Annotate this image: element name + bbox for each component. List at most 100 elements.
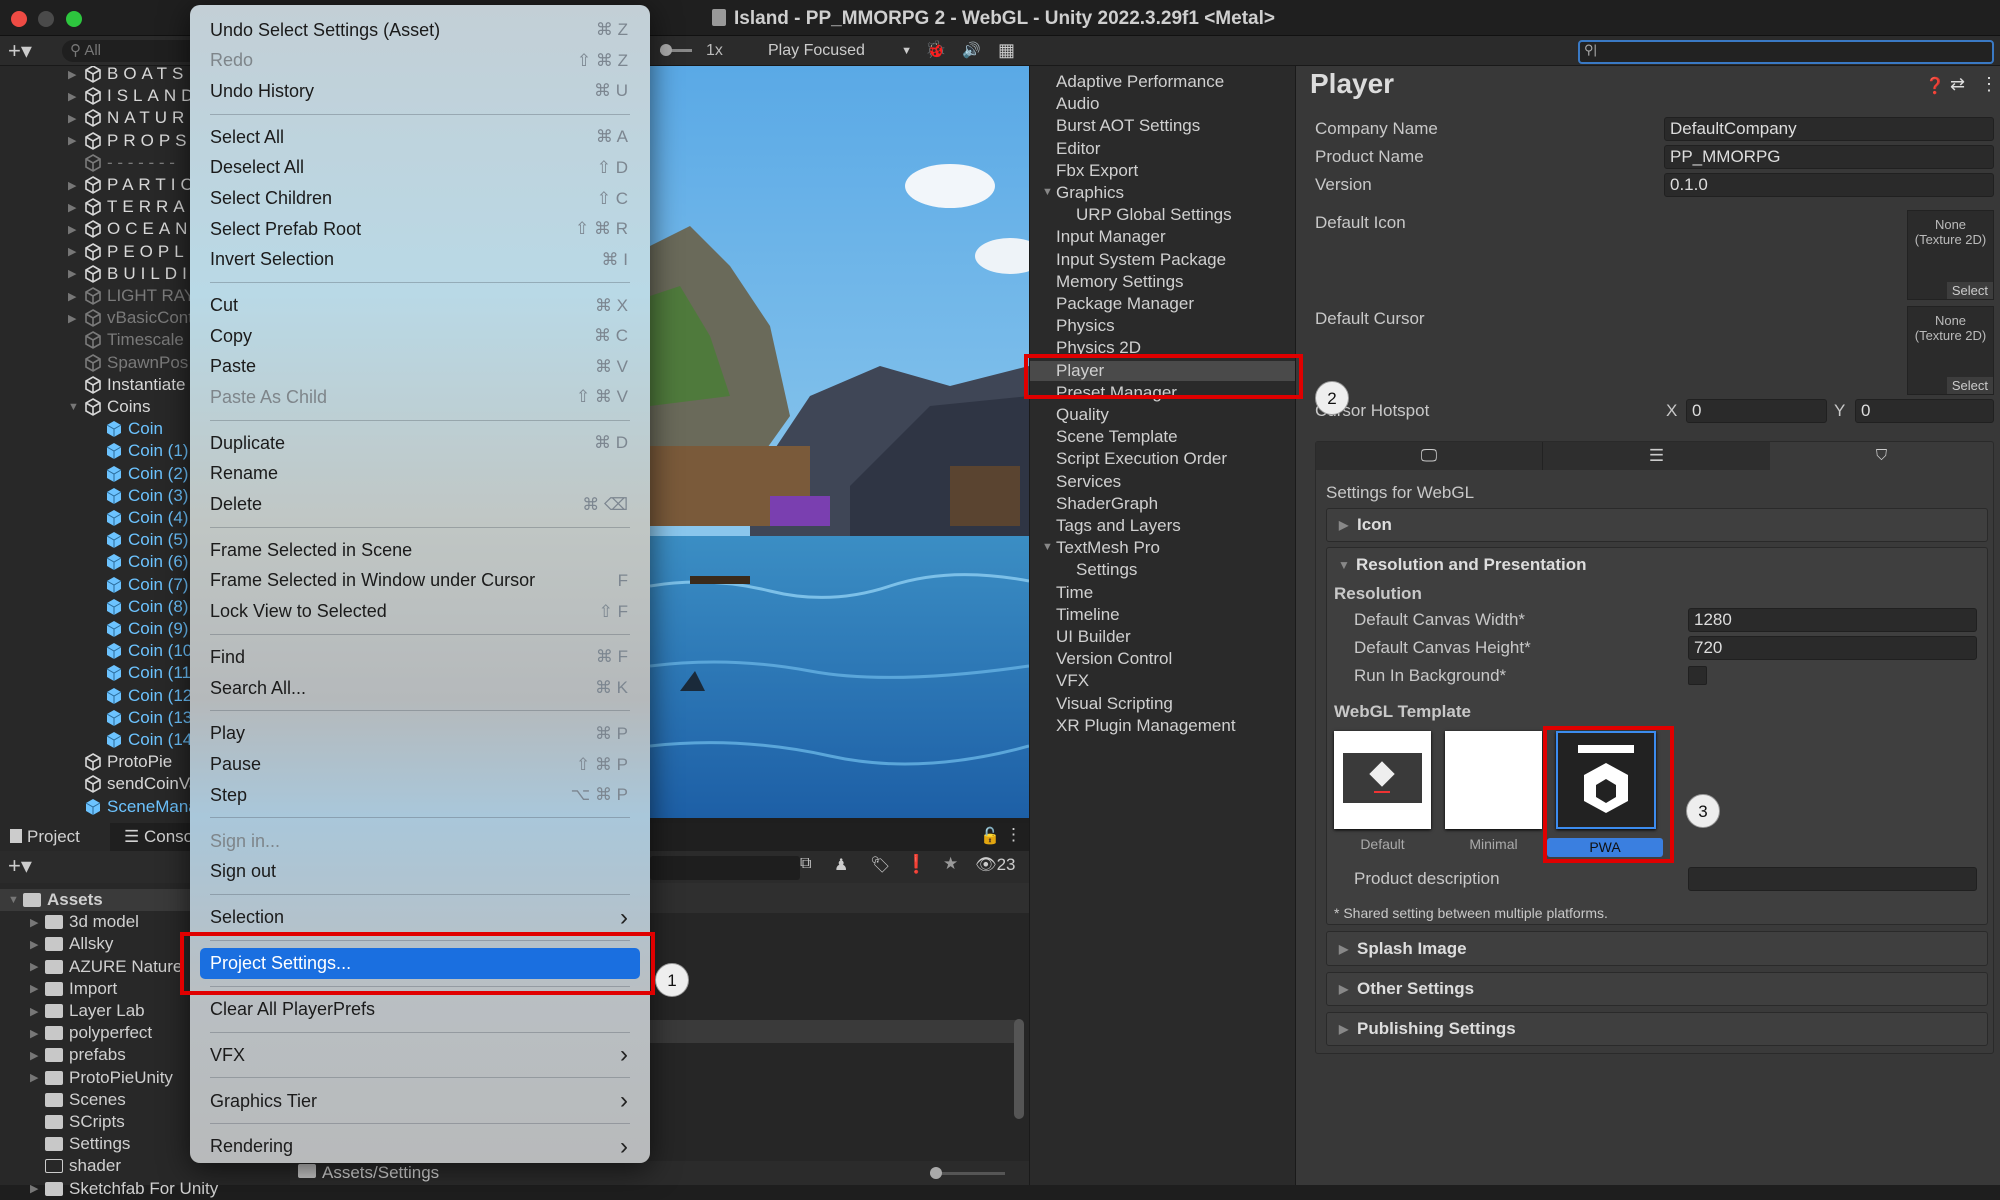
create-plus-icon[interactable]: +▾: [8, 38, 32, 64]
expand-right-icon[interactable]: ▶: [30, 1049, 45, 1062]
stats-grid-icon[interactable]: ▦: [998, 40, 1015, 61]
settings-category-input-manager[interactable]: Input Manager: [1056, 227, 1166, 247]
settings-category-physics[interactable]: Physics: [1056, 316, 1115, 336]
slider-thumb[interactable]: [930, 1167, 942, 1179]
version-field[interactable]: 0.1.0: [1664, 173, 1994, 197]
hierarchy-item[interactable]: Coin (4): [105, 507, 188, 529]
settings-category-time[interactable]: Time: [1056, 583, 1093, 603]
settings-category-shadergraph[interactable]: ShaderGraph: [1056, 494, 1158, 514]
settings-category-textmesh-pro[interactable]: ▼ TextMesh Pro: [1042, 538, 1160, 558]
menu-item-paste-as-child[interactable]: Paste As Child ⇧ ⌘ V: [200, 382, 640, 413]
menu-item-undo-select-settings-asset[interactable]: Undo Select Settings (Asset) ⌘ Z: [200, 15, 640, 46]
hierarchy-item[interactable]: Coin (6): [105, 551, 188, 573]
hierarchy-item[interactable]: Coin (10): [105, 640, 198, 662]
expand-right-icon[interactable]: ▶: [30, 1027, 45, 1040]
expand-right-icon[interactable]: ▶: [68, 267, 76, 280]
file-row-selected[interactable]: [650, 1020, 1019, 1043]
filter-type-icon[interactable]: ♟: [834, 855, 848, 875]
breadcrumb-path[interactable]: Assets/Settings: [322, 1163, 439, 1182]
expand-right-icon[interactable]: ▶: [68, 112, 76, 125]
hierarchy-item[interactable]: Coin (11): [105, 662, 197, 684]
product-description-field[interactable]: [1688, 867, 1977, 891]
hierarchy-item[interactable]: Coin: [105, 418, 163, 440]
hierarchy-item[interactable]: Coin (1): [105, 440, 188, 462]
hierarchy-item[interactable]: - - - - - - -: [84, 152, 175, 174]
settings-category-version-control[interactable]: Version Control: [1056, 649, 1172, 669]
tab-standalone[interactable]: 🖵: [1316, 442, 1543, 470]
tab-project[interactable]: Project: [0, 823, 110, 851]
settings-category-ui-builder[interactable]: UI Builder: [1056, 627, 1131, 647]
hierarchy-item[interactable]: SpawnPos: [84, 352, 188, 374]
settings-category-scene-template[interactable]: Scene Template: [1056, 427, 1178, 447]
project-tree-item[interactable]: SCripts: [30, 1111, 125, 1133]
menu-item-search-all[interactable]: Search All... ⌘ K: [200, 673, 640, 704]
settings-category-visual-scripting[interactable]: Visual Scripting: [1056, 694, 1173, 714]
settings-category-vfx[interactable]: VFX: [1056, 671, 1089, 691]
hierarchy-item[interactable]: ▶ PEOPLE: [68, 241, 205, 263]
project-tree-item[interactable]: ▶ ProtoPieUnity: [30, 1067, 173, 1089]
settings-category-input-system-package[interactable]: Input System Package: [1056, 250, 1226, 270]
icon-foldout[interactable]: ▶ Icon: [1326, 508, 1988, 542]
settings-category-urp-global-settings[interactable]: URP Global Settings: [1076, 205, 1232, 225]
menu-item-deselect-all[interactable]: Deselect All ⇧ D: [200, 153, 640, 184]
hierarchy-item[interactable]: Coin (14): [105, 729, 198, 751]
hierarchy-item[interactable]: Coin (7): [105, 574, 188, 596]
expand-right-icon[interactable]: ▶: [68, 201, 76, 214]
expand-down-icon[interactable]: ▼: [68, 401, 79, 413]
expand-right-icon[interactable]: ▶: [30, 1071, 45, 1084]
menu-item-rename[interactable]: Rename: [200, 459, 640, 490]
audio-icon[interactable]: 🔊: [962, 41, 981, 59]
settings-category-fbx-export[interactable]: Fbx Export: [1056, 161, 1138, 181]
expand-right-icon[interactable]: ▶: [30, 1182, 45, 1195]
hierarchy-item[interactable]: Timescale: [84, 329, 184, 351]
menu-item-redo[interactable]: Redo ⇧ ⌘ Z: [200, 46, 640, 77]
menu-item-clear-all-playerprefs[interactable]: Clear All PlayerPrefs: [200, 994, 640, 1025]
menu-item-sign-in[interactable]: Sign in...: [200, 826, 640, 857]
menu-item-select-all[interactable]: Select All ⌘ A: [200, 122, 640, 153]
slider-thumb[interactable]: [660, 44, 672, 56]
hierarchy-item[interactable]: Coin (13): [105, 707, 198, 729]
menu-item-undo-history[interactable]: Undo History ⌘ U: [200, 76, 640, 107]
select-icon-button[interactable]: Select: [1946, 282, 1993, 299]
settings-category-adaptive-performance[interactable]: Adaptive Performance: [1056, 72, 1224, 92]
default-cursor-picker[interactable]: None (Texture 2D) Select: [1907, 306, 1994, 395]
hierarchy-item[interactable]: ▶ BOATS: [68, 66, 188, 85]
file-list-scrollbar[interactable]: [1014, 919, 1024, 1169]
menu-item-delete[interactable]: Delete ⌘ ⌫: [200, 489, 640, 520]
expand-right-icon[interactable]: ▶: [30, 960, 45, 973]
publishing-settings-foldout[interactable]: ▶ Publishing Settings: [1326, 1012, 1988, 1046]
run-in-background-checkbox[interactable]: [1688, 666, 1707, 685]
tab-webgl[interactable]: ⛉: [1770, 442, 1993, 470]
select-cursor-button[interactable]: Select: [1946, 377, 1993, 394]
project-tree-item[interactable]: ▶ Sketchfab For Unity: [30, 1178, 218, 1200]
hierarchy-item[interactable]: Coin (12): [105, 685, 198, 707]
hierarchy-item[interactable]: ▶ PROPS: [68, 130, 192, 152]
expand-down-icon[interactable]: ▼: [8, 894, 23, 906]
menu-item-sign-out[interactable]: Sign out: [200, 856, 640, 887]
game-view[interactable]: [650, 66, 1029, 818]
hierarchy-item[interactable]: Coin (5): [105, 529, 188, 551]
expand-right-icon[interactable]: ▶: [68, 68, 76, 81]
splash-image-foldout[interactable]: ▶ Splash Image: [1326, 931, 1988, 966]
presets-sliders-icon[interactable]: ⇄: [1950, 74, 1965, 95]
menu-item-paste[interactable]: Paste ⌘ V: [200, 352, 640, 383]
hierarchy-item[interactable]: Instantiate: [84, 374, 185, 396]
menu-item-play[interactable]: Play ⌘ P: [200, 719, 640, 750]
other-settings-foldout[interactable]: ▶ Other Settings: [1326, 972, 1988, 1006]
settings-category-package-manager[interactable]: Package Manager: [1056, 294, 1194, 314]
settings-category-burst-aot-settings[interactable]: Burst AOT Settings: [1056, 116, 1200, 136]
search-by-type-icon[interactable]: ⧉: [800, 855, 811, 873]
expand-right-icon[interactable]: ▶: [68, 223, 76, 236]
play-mode-dropdown[interactable]: Play Focused ▼: [768, 40, 916, 62]
settings-search-input[interactable]: ⚲|: [1578, 40, 1994, 64]
hierarchy-item[interactable]: Coin (3): [105, 485, 188, 507]
expand-right-icon[interactable]: ▶: [68, 245, 76, 258]
canvas-width-field[interactable]: 1280: [1688, 608, 1977, 632]
expand-right-icon[interactable]: ▶: [30, 916, 45, 929]
maximize-window-button[interactable]: [66, 11, 82, 27]
menu-item-invert-selection[interactable]: Invert Selection ⌘ I: [200, 244, 640, 275]
settings-category-timeline[interactable]: Timeline: [1056, 605, 1120, 625]
settings-category-memory-settings[interactable]: Memory Settings: [1056, 272, 1184, 292]
hidden-packages-toggle[interactable]: 👁23: [975, 855, 1016, 875]
tab-server[interactable]: ☰: [1543, 442, 1770, 470]
